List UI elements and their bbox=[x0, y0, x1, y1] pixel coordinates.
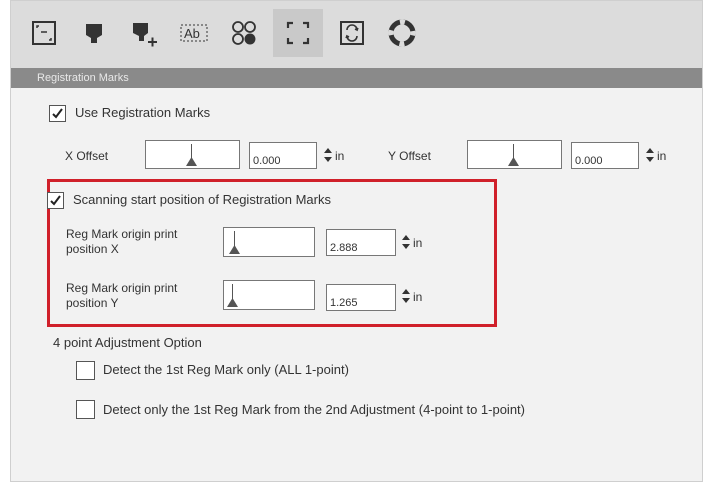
page-setup-icon[interactable] bbox=[21, 9, 67, 57]
section-header: Registration Marks bbox=[11, 68, 702, 88]
toolbar: Ab bbox=[11, 1, 702, 68]
detect-1st-from-2nd-label: Detect only the 1st Reg Mark from the 2n… bbox=[103, 402, 525, 417]
origin-y-slider[interactable] bbox=[223, 280, 315, 310]
origin-x-label-line1: Reg Mark origin print bbox=[66, 227, 178, 241]
use-registration-marks-checkbox[interactable] bbox=[49, 105, 66, 122]
scanning-start-label: Scanning start position of Registration … bbox=[73, 192, 331, 207]
y-offset-spinner-icon[interactable] bbox=[646, 148, 654, 162]
checkmark-icon bbox=[50, 195, 61, 206]
origin-x-spinner-icon[interactable] bbox=[402, 235, 410, 249]
y-offset-label: Y Offset bbox=[388, 149, 431, 163]
slider-thumb-icon[interactable] bbox=[227, 298, 238, 307]
text-ab-icon[interactable]: Ab bbox=[171, 9, 217, 57]
scanning-start-checkbox[interactable] bbox=[47, 192, 64, 209]
add-pen-icon[interactable] bbox=[121, 9, 167, 57]
registration-marks-icon[interactable] bbox=[273, 9, 323, 57]
origin-y-label-line2: position Y bbox=[66, 296, 119, 310]
origin-x-slider[interactable] bbox=[223, 227, 315, 257]
origin-x-label-line2: position X bbox=[66, 242, 119, 256]
x-offset-spinner-icon[interactable] bbox=[324, 148, 332, 162]
checkmark-icon bbox=[52, 108, 63, 119]
use-registration-marks-label: Use Registration Marks bbox=[75, 105, 211, 120]
x-offset-label: X Offset bbox=[65, 149, 109, 163]
y-offset-slider[interactable] bbox=[467, 140, 562, 169]
origin-x-input[interactable]: 2.888 bbox=[326, 229, 396, 256]
origin-y-spinner-icon[interactable] bbox=[402, 289, 410, 303]
slider-thumb-icon[interactable] bbox=[186, 157, 197, 166]
auto-registration-icon[interactable] bbox=[329, 9, 375, 57]
origin-y-label: Reg Mark origin print position Y bbox=[66, 281, 177, 311]
detect-1st-from-2nd-checkbox[interactable] bbox=[76, 400, 95, 419]
slider-thumb-icon[interactable] bbox=[508, 157, 519, 166]
x-offset-input[interactable]: 0.000 bbox=[249, 142, 317, 169]
detect-1st-only-checkbox[interactable] bbox=[76, 361, 95, 380]
registration-marks-panel: Ab Registration Marks Use Registration M… bbox=[10, 0, 703, 482]
origin-y-label-line1: Reg Mark origin print bbox=[66, 281, 178, 295]
origin-x-label: Reg Mark origin print position X bbox=[66, 227, 177, 257]
y-offset-input[interactable]: 0.000 bbox=[571, 142, 639, 169]
pen-icon[interactable] bbox=[71, 9, 117, 57]
slider-thumb-icon[interactable] bbox=[229, 245, 240, 254]
origin-y-input[interactable]: 1.265 bbox=[326, 284, 396, 311]
x-offset-slider[interactable] bbox=[145, 140, 240, 169]
x-offset-unit: in bbox=[335, 149, 345, 163]
svg-text:Ab: Ab bbox=[184, 26, 200, 41]
adjustment-title: 4 point Adjustment Option bbox=[53, 335, 202, 350]
y-offset-unit: in bbox=[657, 149, 667, 163]
origin-y-unit: in bbox=[413, 290, 423, 304]
detect-1st-only-label: Detect the 1st Reg Mark only (ALL 1-poin… bbox=[103, 362, 349, 377]
help-lifebuoy-icon[interactable] bbox=[379, 9, 425, 57]
origin-x-unit: in bbox=[413, 236, 423, 250]
circles-icon[interactable] bbox=[221, 9, 267, 57]
